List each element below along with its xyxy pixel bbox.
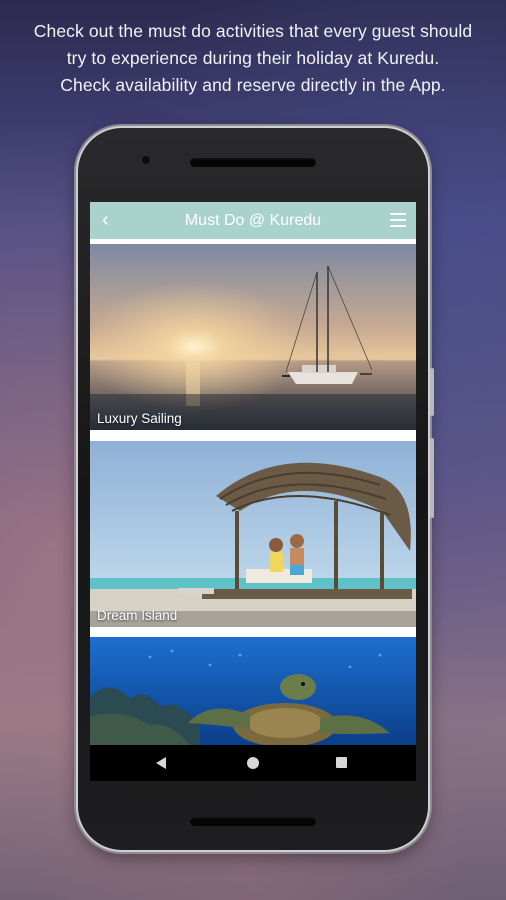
phone-screen: ‹ Must Do @ Kuredu Luxury Sailing Dream … [90, 202, 416, 781]
top-speaker [190, 158, 316, 167]
volume-button [430, 438, 434, 518]
power-button [430, 368, 434, 416]
promo-headline-line-2: try to experience during their holiday a… [66, 48, 440, 68]
app-bar: ‹ Must Do @ Kuredu [90, 202, 416, 239]
activity-card-dream-island[interactable]: Dream Island [90, 441, 416, 627]
phone-frame: ‹ Must Do @ Kuredu Luxury Sailing Dream … [78, 128, 434, 850]
activity-title: Luxury Sailing [97, 411, 182, 426]
activity-title: Dream Island [97, 608, 178, 623]
promo-headline-line-1: Check out the must do activities that ev… [33, 21, 473, 41]
sunset-sailing-yacht-image [90, 244, 416, 430]
activity-card-turtle[interactable] [90, 637, 416, 745]
couple-on-sandbank-hut-image [90, 441, 416, 627]
nav-recent-apps-icon[interactable] [336, 757, 347, 768]
front-camera [142, 156, 150, 164]
android-nav-bar [90, 745, 416, 781]
hamburger-menu-icon[interactable] [390, 213, 406, 227]
promo-headline: Check out the must do activities that ev… [0, 18, 506, 99]
page-title: Must Do @ Kuredu [184, 212, 322, 229]
promo-headline-line-3: Check availability and reserve directly … [60, 75, 446, 95]
sea-turtle-underwater-image [90, 637, 416, 745]
nav-home-icon[interactable] [247, 757, 259, 769]
nav-back-icon[interactable] [156, 757, 166, 769]
bottom-speaker [190, 817, 316, 826]
activity-card-luxury-sailing[interactable]: Luxury Sailing [90, 244, 416, 430]
